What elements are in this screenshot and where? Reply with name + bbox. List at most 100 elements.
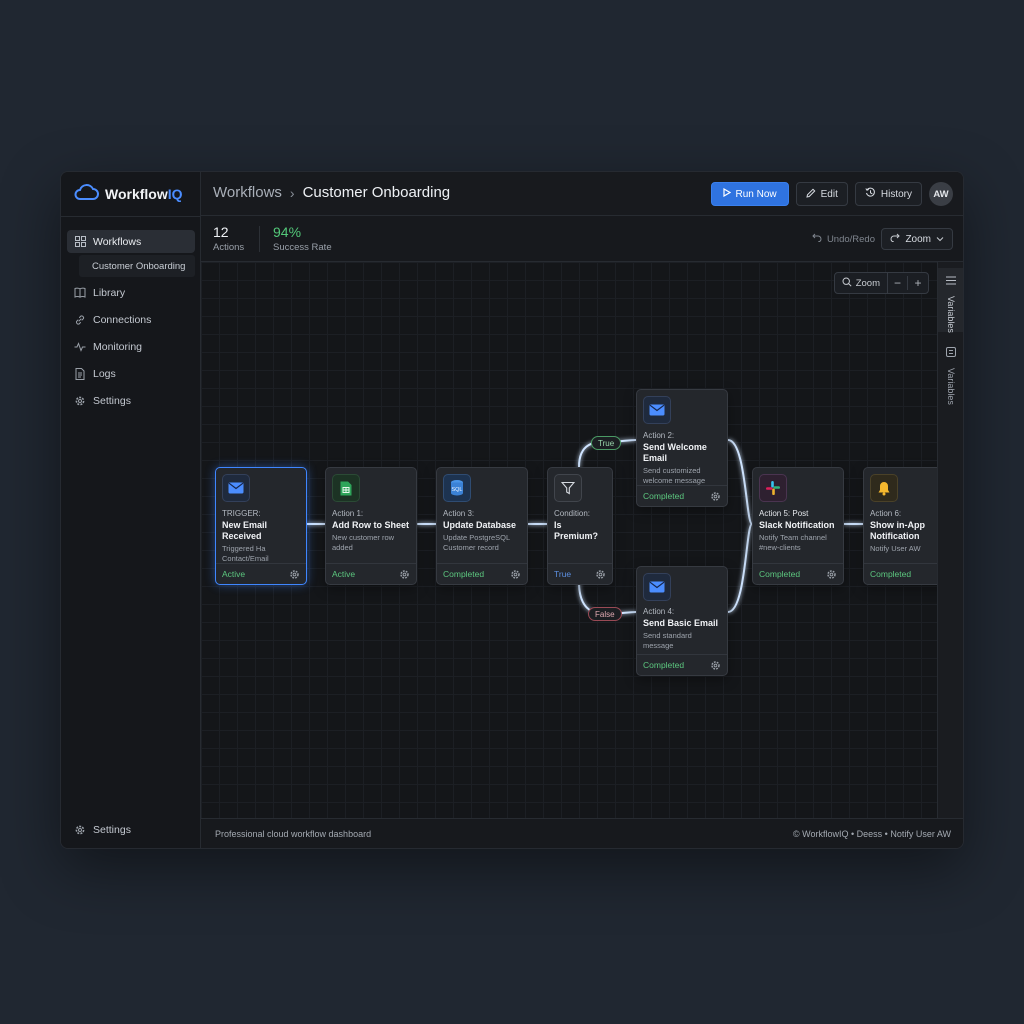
node-action-1[interactable]: Action 1: Add Row to Sheet New customer … [325,467,417,585]
gear-icon[interactable] [398,568,410,580]
bell-icon [870,474,898,502]
run-now-label: Run Now [735,188,777,200]
svg-text:SQL: SQL [451,487,462,493]
header-actions: Run Now Edit History AW [710,182,953,206]
node-action-6[interactable]: Action 6: Show in-App Notification Notif… [863,467,939,585]
node-title: Update Database [443,520,517,530]
history-button[interactable]: History [854,182,922,206]
avatar[interactable]: AW [929,182,953,206]
variables-rail: Variables Variables [937,262,963,820]
stat-divider [259,226,260,252]
sidebar-item-connections[interactable]: Connections [67,308,195,331]
gear-icon[interactable] [709,659,721,671]
node-description: New customer row added [332,533,395,552]
logo[interactable]: WorkflowIQ [73,183,183,204]
variables-tab-label: Variables [946,368,956,405]
stat-actions-value: 12 [213,224,229,240]
status-badge: Active [332,569,356,579]
variable-box-icon [946,344,956,362]
status-badge: True [554,569,572,579]
edit-label: Edit [820,188,838,200]
variables-tab-active[interactable]: Variables [938,268,963,333]
history-label: History [880,188,912,200]
gear-icon[interactable] [288,568,300,580]
true-branch-tag: True [591,436,622,450]
variables-tab[interactable]: Variables [938,344,963,414]
node-footer: Active [326,563,416,584]
pulse-icon [74,341,86,353]
header: Workflows › Customer Onboarding Run Now … [201,172,963,216]
zoom-fit-button[interactable]: Zoom [835,273,888,293]
magnifier-icon [842,276,852,290]
node-footer: Active [216,563,306,584]
play-icon [722,187,731,200]
sidebar-item-label: Library [93,286,126,299]
sidebar-item-settings[interactable]: Settings [67,389,195,412]
footer-copyright: © WorkflowIQ • Deess • Notify User AW [793,828,951,839]
stats-bar: 12 Actions 94% Success Rate Undo/Redo Zo… [201,216,963,262]
breadcrumb-workflows[interactable]: Workflows [213,184,282,201]
slack-icon [759,474,787,502]
sidebar-item-label: Monitoring [93,340,143,353]
breadcrumb: Workflows › Customer Onboarding [213,184,450,201]
node-title: Show in-App Notification [870,520,925,541]
node-footer: Completed [637,654,727,675]
status-badge: Completed [443,569,485,579]
sidebar-item-monitoring[interactable]: Monitoring [67,335,195,358]
stat-actions-label: Actions [213,242,245,253]
link-icon [74,314,86,326]
grid-icon [74,236,86,248]
undo-icon [812,233,822,245]
node-trigger[interactable]: TRIGGER: New Email Received Triggered Ha… [215,467,307,585]
node-title: New Email Received [222,520,268,541]
node-action-4[interactable]: Action 4: Send Basic Email Send standard… [636,566,728,676]
gear-icon[interactable] [825,568,837,580]
sidebar-item-library[interactable]: Library [67,281,195,304]
sidebar-item-label: Connections [93,313,152,326]
zoom-dropdown[interactable]: Zoom [881,228,953,250]
variables-tab-label: Variables [946,296,956,333]
node-title: Slack Notification [759,520,835,530]
node-description: Send standard message [643,631,692,650]
node-title: Send Welcome Email [643,442,707,463]
node-title: Send Basic Email [643,618,719,628]
sidebar-bottom-label: Settings [93,824,131,836]
sheet-icon [332,474,360,502]
run-now-button[interactable]: Run Now [710,182,789,206]
chevron-right-icon: › [289,184,295,201]
node-action-5[interactable]: Action 5: Post Slack Notification Notify… [752,467,844,585]
node-kind: Action 3: [443,509,475,518]
edit-button[interactable]: Edit [795,182,848,206]
node-footer: Completed [864,563,939,584]
sidebar-item-workflows[interactable]: Workflows [67,230,195,253]
pencil-icon [805,188,816,201]
redo-icon [890,233,901,245]
node-action-2[interactable]: Action 2: Send Welcome Email Send custom… [636,389,728,507]
node-footer: Completed [753,563,843,584]
history-icon [865,187,876,201]
sidebar-item-logs[interactable]: Logs [67,362,195,385]
footer-description: Professional cloud workflow dashboard [215,828,372,839]
sidebar-subitem-customer-onboarding[interactable]: Customer Onboarding [79,255,195,277]
canvas-zoom-control: Zoom − + [833,272,929,294]
workflow-canvas[interactable]: Zoom − + TRIGGER: New Email Received Tri… [201,262,939,820]
gear-icon[interactable] [709,490,721,502]
node-kind: Action 2: [643,431,675,440]
zoom-out-button[interactable]: − [888,276,908,290]
sidebar-bottom-settings[interactable]: Settings [74,822,131,838]
gear-icon [74,395,86,407]
database-icon: SQL [443,474,471,502]
gear-icon[interactable] [594,568,606,580]
stat-actions: 12 Actions [213,224,244,253]
node-condition[interactable]: Condition: Is Premium? True [547,467,613,585]
stat-success-rate: 94% Success Rate [273,224,332,253]
node-kind: Action 1: [332,509,364,518]
undo-redo-button[interactable]: Undo/Redo [812,233,875,245]
gear-icon[interactable] [509,568,521,580]
node-action-3[interactable]: SQL Action 3: Update Database Update Pos… [436,467,528,585]
node-footer: Completed [637,485,727,506]
logo-text: WorkflowIQ [105,186,183,202]
zoom-in-button[interactable]: + [908,276,928,290]
document-icon [74,367,86,380]
node-description: Update PostgreSQL Customer record [443,533,510,552]
